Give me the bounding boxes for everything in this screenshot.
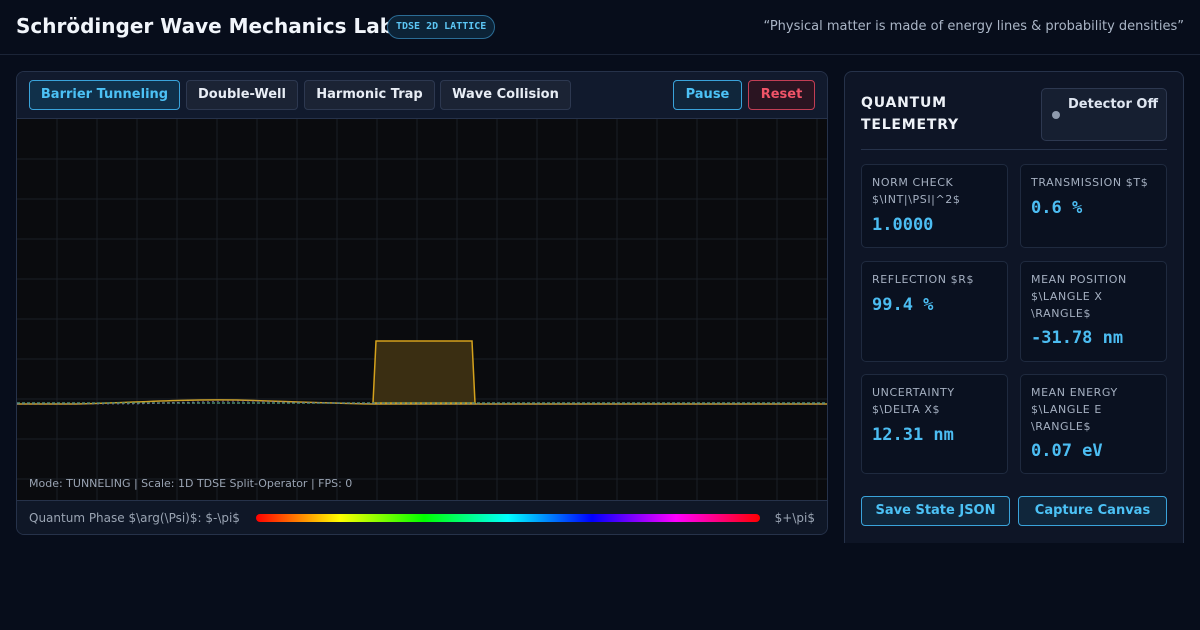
metric-value: -31.78 nm (1031, 328, 1124, 348)
metric-card-mean-position: MEAN POSITION $\LANGLE X \RANGLE$ -31.78… (1020, 261, 1167, 362)
reset-button[interactable]: Reset (748, 80, 815, 110)
phase-legend: Quantum Phase $\arg(\Psi)$: $-\pi$ $+\pi… (17, 500, 827, 534)
metric-value: 0.07 eV (1031, 441, 1103, 461)
metric-label: MEAN ENERGY $\LANGLE E \RANGLE$ (1031, 386, 1118, 433)
metric-card-uncertainty: UNCERTAINTY $\DELTA X$ 12.31 nm (861, 374, 1008, 474)
simulation-panel: Barrier Tunneling Double-Well Harmonic T… (16, 71, 828, 535)
metric-card-mean-energy: MEAN ENERGY $\LANGLE E \RANGLE$ 0.07 eV (1020, 374, 1167, 474)
phase-end-label: $+\pi$ (774, 511, 815, 525)
telemetry-title: QUANTUM TELEMETRY (861, 95, 959, 133)
lattice-badge: TDSE 2D LATTICE (387, 15, 496, 39)
phase-label: Quantum Phase $\arg(\Psi)$: $-\pi$ (29, 511, 240, 525)
wave-plot (17, 119, 827, 500)
mode-toolbar: Barrier Tunneling Double-Well Harmonic T… (17, 72, 827, 119)
canvas-grid (17, 119, 827, 500)
detector-toggle[interactable]: Detector Off (1041, 88, 1167, 141)
metric-card-reflection: REFLECTION $R$ 99.4 % (861, 261, 1008, 362)
metric-value: 1.0000 (872, 215, 934, 235)
telemetry-panel: QUANTUM TELEMETRY Detector Off NORM CHEC… (844, 71, 1184, 543)
detector-label: Detector Off (1068, 97, 1159, 112)
mode-double-well-button[interactable]: Double-Well (186, 80, 298, 110)
header-quote: “Physical matter is made of energy lines… (763, 19, 1185, 34)
telemetry-divider (861, 149, 1167, 150)
mode-harmonic-trap-button[interactable]: Harmonic Trap (304, 80, 435, 110)
metric-label: NORM CHECK $\INT|\PSI|^2$ (872, 176, 961, 206)
mode-wave-collision-button[interactable]: Wave Collision (440, 80, 571, 110)
phase-colorbar (256, 514, 760, 522)
wave-canvas[interactable]: Mode: TUNNELING | Scale: 1D TDSE Split-O… (17, 119, 827, 500)
pause-button[interactable]: Pause (673, 80, 742, 110)
metric-value: 12.31 nm (872, 425, 954, 445)
metric-label: UNCERTAINTY $\DELTA X$ (872, 386, 955, 416)
metric-value: 0.6 % (1031, 198, 1083, 218)
save-state-button[interactable]: Save State JSON (861, 496, 1010, 526)
app-header: Schrödinger Wave Mechanics Lab TDSE 2D L… (0, 0, 1200, 55)
metric-label: TRANSMISSION $T$ (1031, 176, 1149, 189)
metric-card-transmission: TRANSMISSION $T$ 0.6 % (1020, 164, 1167, 248)
detector-status-icon (1052, 111, 1060, 119)
metric-value: 99.4 % (872, 295, 934, 315)
metric-card-norm: NORM CHECK $\INT|\PSI|^2$ 1.0000 (861, 164, 1008, 248)
page-title: Schrödinger Wave Mechanics Lab (16, 14, 395, 38)
mode-barrier-tunneling-button[interactable]: Barrier Tunneling (29, 80, 180, 110)
potential-barrier (372, 340, 476, 404)
metric-label: MEAN POSITION $\LANGLE X \RANGLE$ (1031, 273, 1127, 320)
capture-canvas-button[interactable]: Capture Canvas (1018, 496, 1167, 526)
canvas-status: Mode: TUNNELING | Scale: 1D TDSE Split-O… (29, 477, 353, 490)
metric-label: REFLECTION $R$ (872, 273, 975, 286)
